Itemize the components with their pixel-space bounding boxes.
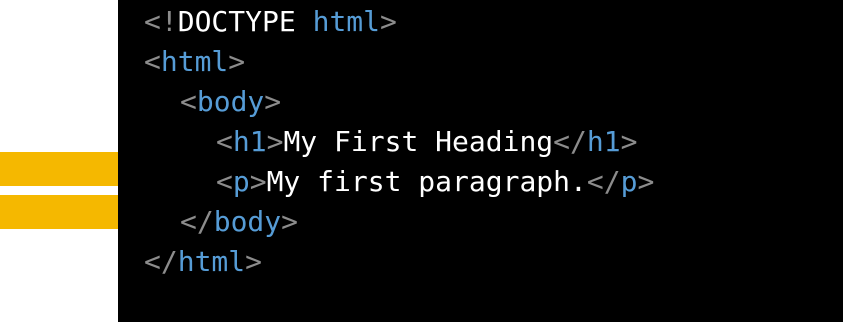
code-line-body-open: <body> (144, 82, 843, 122)
html-close-tag: html (177, 245, 246, 278)
html-open-lt: < (144, 45, 161, 78)
h1-open-tag: h1 (232, 125, 267, 158)
h1-close-tag: h1 (586, 125, 621, 158)
code-line-h1: <h1>My First Heading</h1> (144, 122, 843, 162)
p-close-tag: p (620, 165, 638, 198)
code-line-body-close: </body> (144, 202, 843, 242)
p-close-gt: > (637, 165, 655, 198)
body-open-tag: body (196, 85, 265, 118)
code-panel: <!DOCTYPE html> <html> <body> <h1>My Fir… (118, 0, 843, 322)
html-open-tag: html (160, 45, 229, 78)
code-line-html-close: </html> (144, 242, 843, 282)
body-close-gt: > (281, 205, 299, 238)
body-open-lt: < (180, 85, 197, 118)
body-close-tag: body (213, 205, 282, 238)
p-open-gt: > (249, 165, 267, 198)
body-close-lt: </ (180, 205, 214, 238)
h1-close-gt: > (620, 125, 638, 158)
p-open-tag: p (232, 165, 250, 198)
doctype-keyword: DOCTYPE (177, 5, 296, 38)
html-close-gt: > (245, 245, 263, 278)
p-close-lt: </ (586, 165, 621, 198)
doctype-space (296, 5, 313, 38)
p-open-lt: < (216, 165, 233, 198)
doctype-close-bracket: > (380, 5, 397, 38)
html-close-lt: </ (144, 245, 178, 278)
doctype-open-bracket: <! (144, 5, 178, 38)
h1-close-lt: </ (553, 125, 587, 158)
h1-content: My First Heading (283, 125, 554, 158)
code-line-doctype: <!DOCTYPE html> (144, 2, 843, 42)
doctype-name: html (312, 5, 381, 38)
code-line-p: <p>My first paragraph.</p> (144, 162, 843, 202)
h1-open-gt: > (266, 125, 284, 158)
h1-open-lt: < (216, 125, 233, 158)
p-content: My first paragraph. (266, 165, 587, 198)
html-open-gt: > (228, 45, 246, 78)
code-line-html-open: <html> (144, 42, 843, 82)
body-open-gt: > (264, 85, 282, 118)
